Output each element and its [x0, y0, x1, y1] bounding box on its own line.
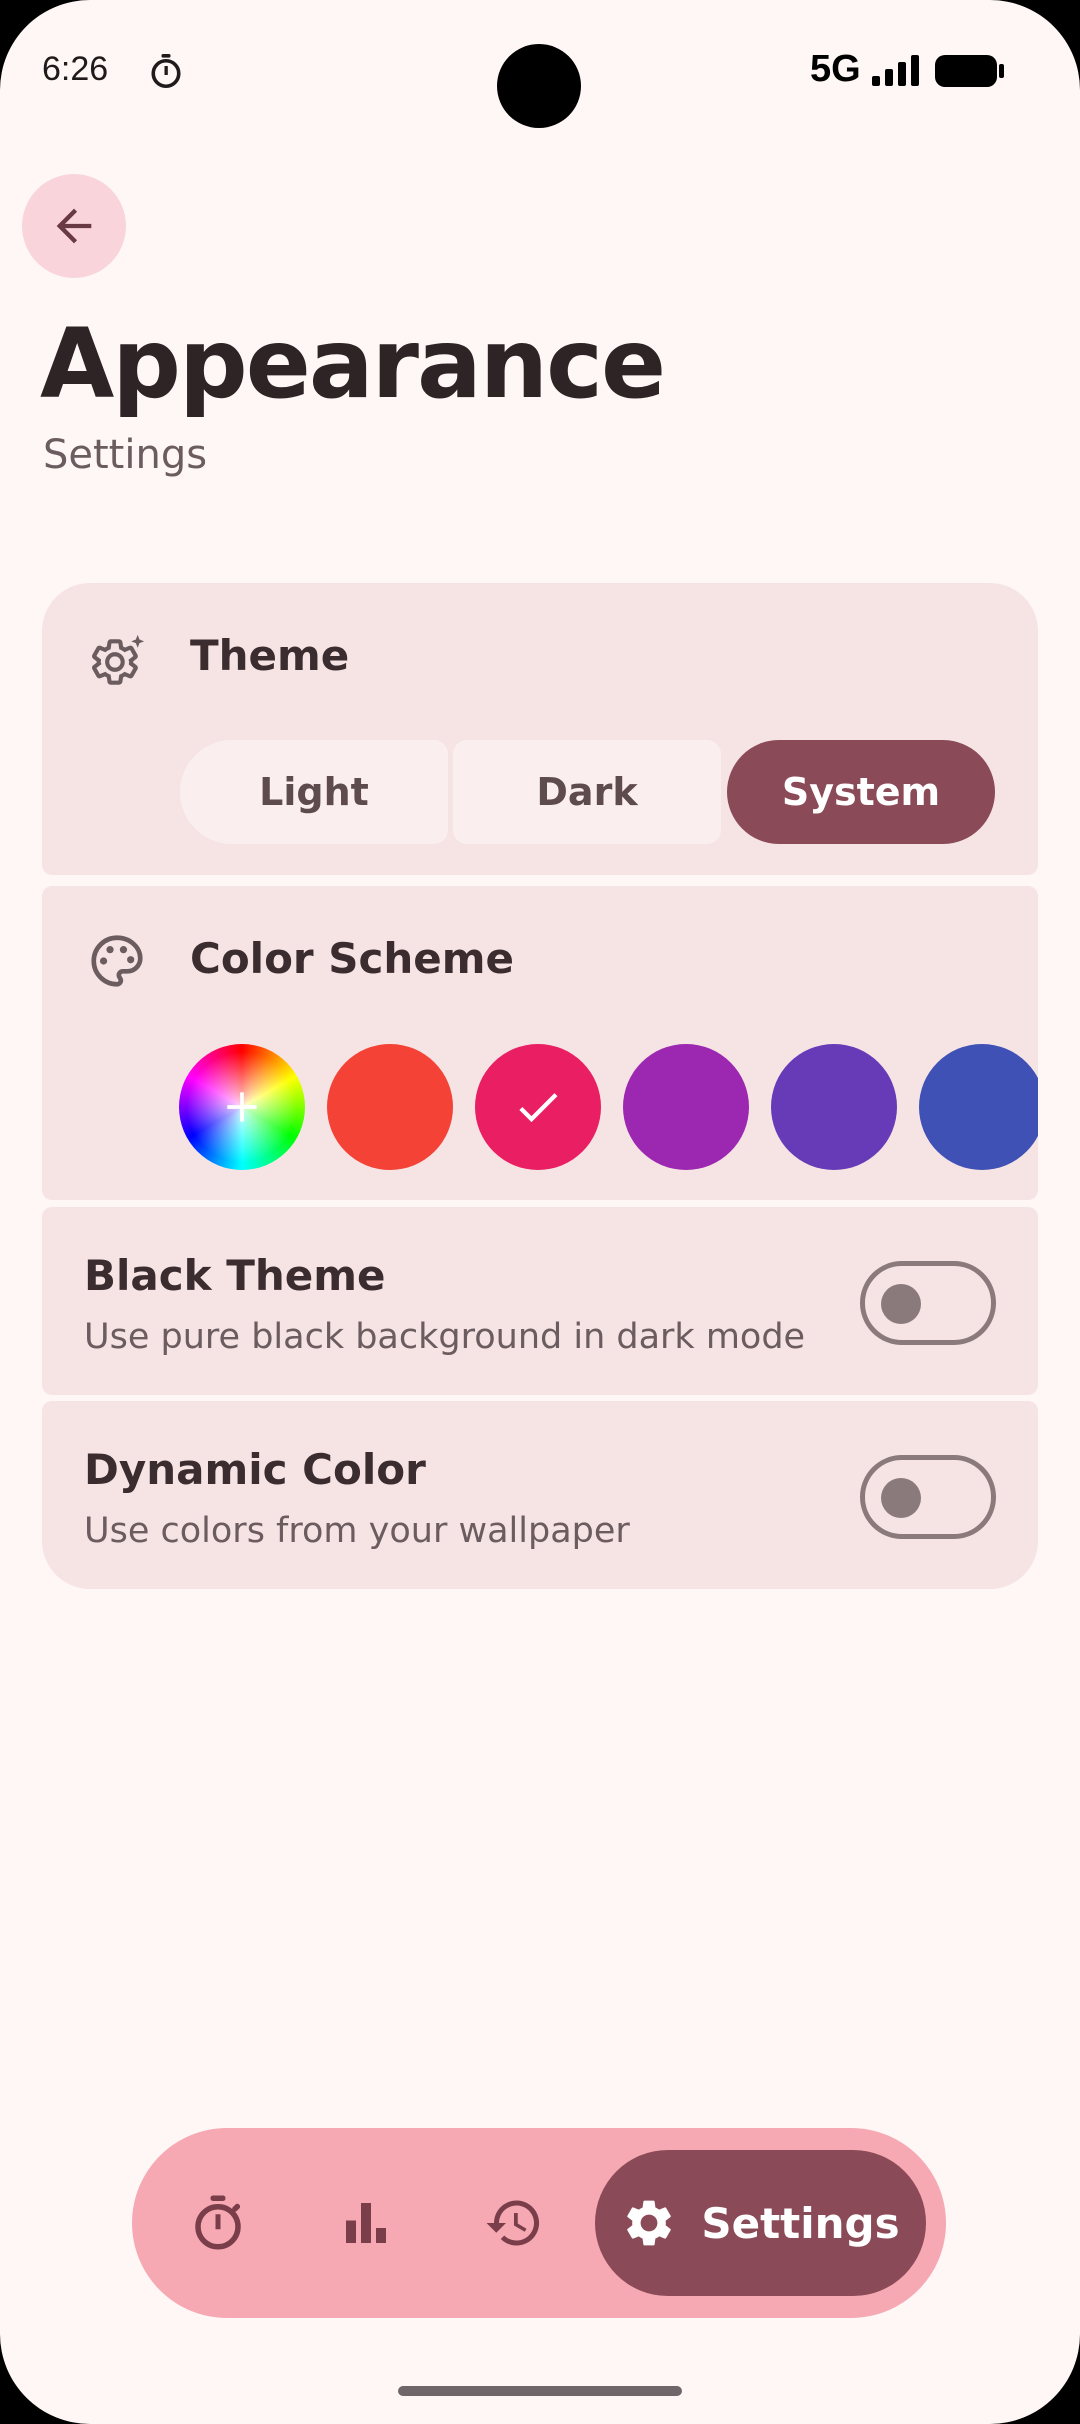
gear-icon	[627, 2200, 672, 2246]
bar-chart-icon	[346, 2203, 386, 2243]
nav-stats[interactable]	[320, 2177, 412, 2269]
history-icon	[486, 2200, 540, 2246]
page-subtitle: Settings	[43, 432, 208, 478]
palette-icon	[86, 930, 148, 996]
status-time: 6:26	[42, 50, 109, 88]
back-button[interactable]	[22, 174, 126, 278]
home-indicator[interactable]	[398, 2386, 682, 2396]
network-type: 5G	[810, 48, 861, 90]
settings-sparkle-icon	[86, 631, 148, 697]
switch-knob	[881, 1478, 921, 1518]
dynamic-color-switch[interactable]	[860, 1455, 996, 1539]
stopwatch-status-icon	[148, 52, 184, 96]
plus-icon	[227, 1092, 257, 1122]
color-scheme-card: Color Scheme	[42, 886, 1038, 1200]
nav-settings[interactable]: Settings	[595, 2150, 926, 2296]
arrow-back-icon	[56, 208, 92, 244]
dynamic-color-row[interactable]: Dynamic Color Use colors from your wallp…	[42, 1401, 1038, 1589]
color-scheme-title: Color Scheme	[190, 934, 515, 983]
black-theme-title: Black Theme	[84, 1251, 386, 1300]
swatch-deep-purple[interactable]	[771, 1044, 897, 1170]
bottom-navigation: Settings	[132, 2128, 946, 2318]
switch-knob	[881, 1284, 921, 1324]
stopwatch-icon	[195, 2195, 241, 2250]
theme-card: Theme Light Dark System	[42, 583, 1038, 875]
black-theme-row[interactable]: Black Theme Use pure black background in…	[42, 1207, 1038, 1395]
black-theme-description: Use pure black background in dark mode	[84, 1317, 806, 1357]
battery-icon	[934, 54, 1006, 92]
status-bar: 6:26 5G	[0, 0, 1080, 140]
dynamic-color-description: Use colors from your wallpaper	[84, 1511, 630, 1551]
swatch-custom[interactable]	[179, 1044, 305, 1170]
swatch-indigo[interactable]	[919, 1044, 1038, 1170]
swatch-purple[interactable]	[623, 1044, 749, 1170]
swatch-pink[interactable]	[475, 1044, 601, 1170]
black-theme-switch[interactable]	[860, 1261, 996, 1345]
nav-settings-label: Settings	[701, 2198, 900, 2248]
page-title: Appearance	[40, 308, 666, 420]
theme-option-light[interactable]: Light	[180, 740, 448, 844]
check-icon	[519, 1093, 558, 1123]
swatch-red[interactable]	[327, 1044, 453, 1170]
screen: 6:26 5G Appearance Settings Theme Light …	[0, 0, 1080, 2424]
nav-timer[interactable]	[172, 2177, 264, 2269]
dynamic-color-title: Dynamic Color	[84, 1445, 426, 1494]
camera-cutout	[497, 44, 581, 128]
theme-title: Theme	[190, 631, 350, 680]
theme-option-system[interactable]: System	[727, 740, 995, 844]
nav-history[interactable]	[468, 2177, 560, 2269]
theme-option-dark[interactable]: Dark	[453, 740, 721, 844]
signal-icon	[870, 54, 922, 92]
